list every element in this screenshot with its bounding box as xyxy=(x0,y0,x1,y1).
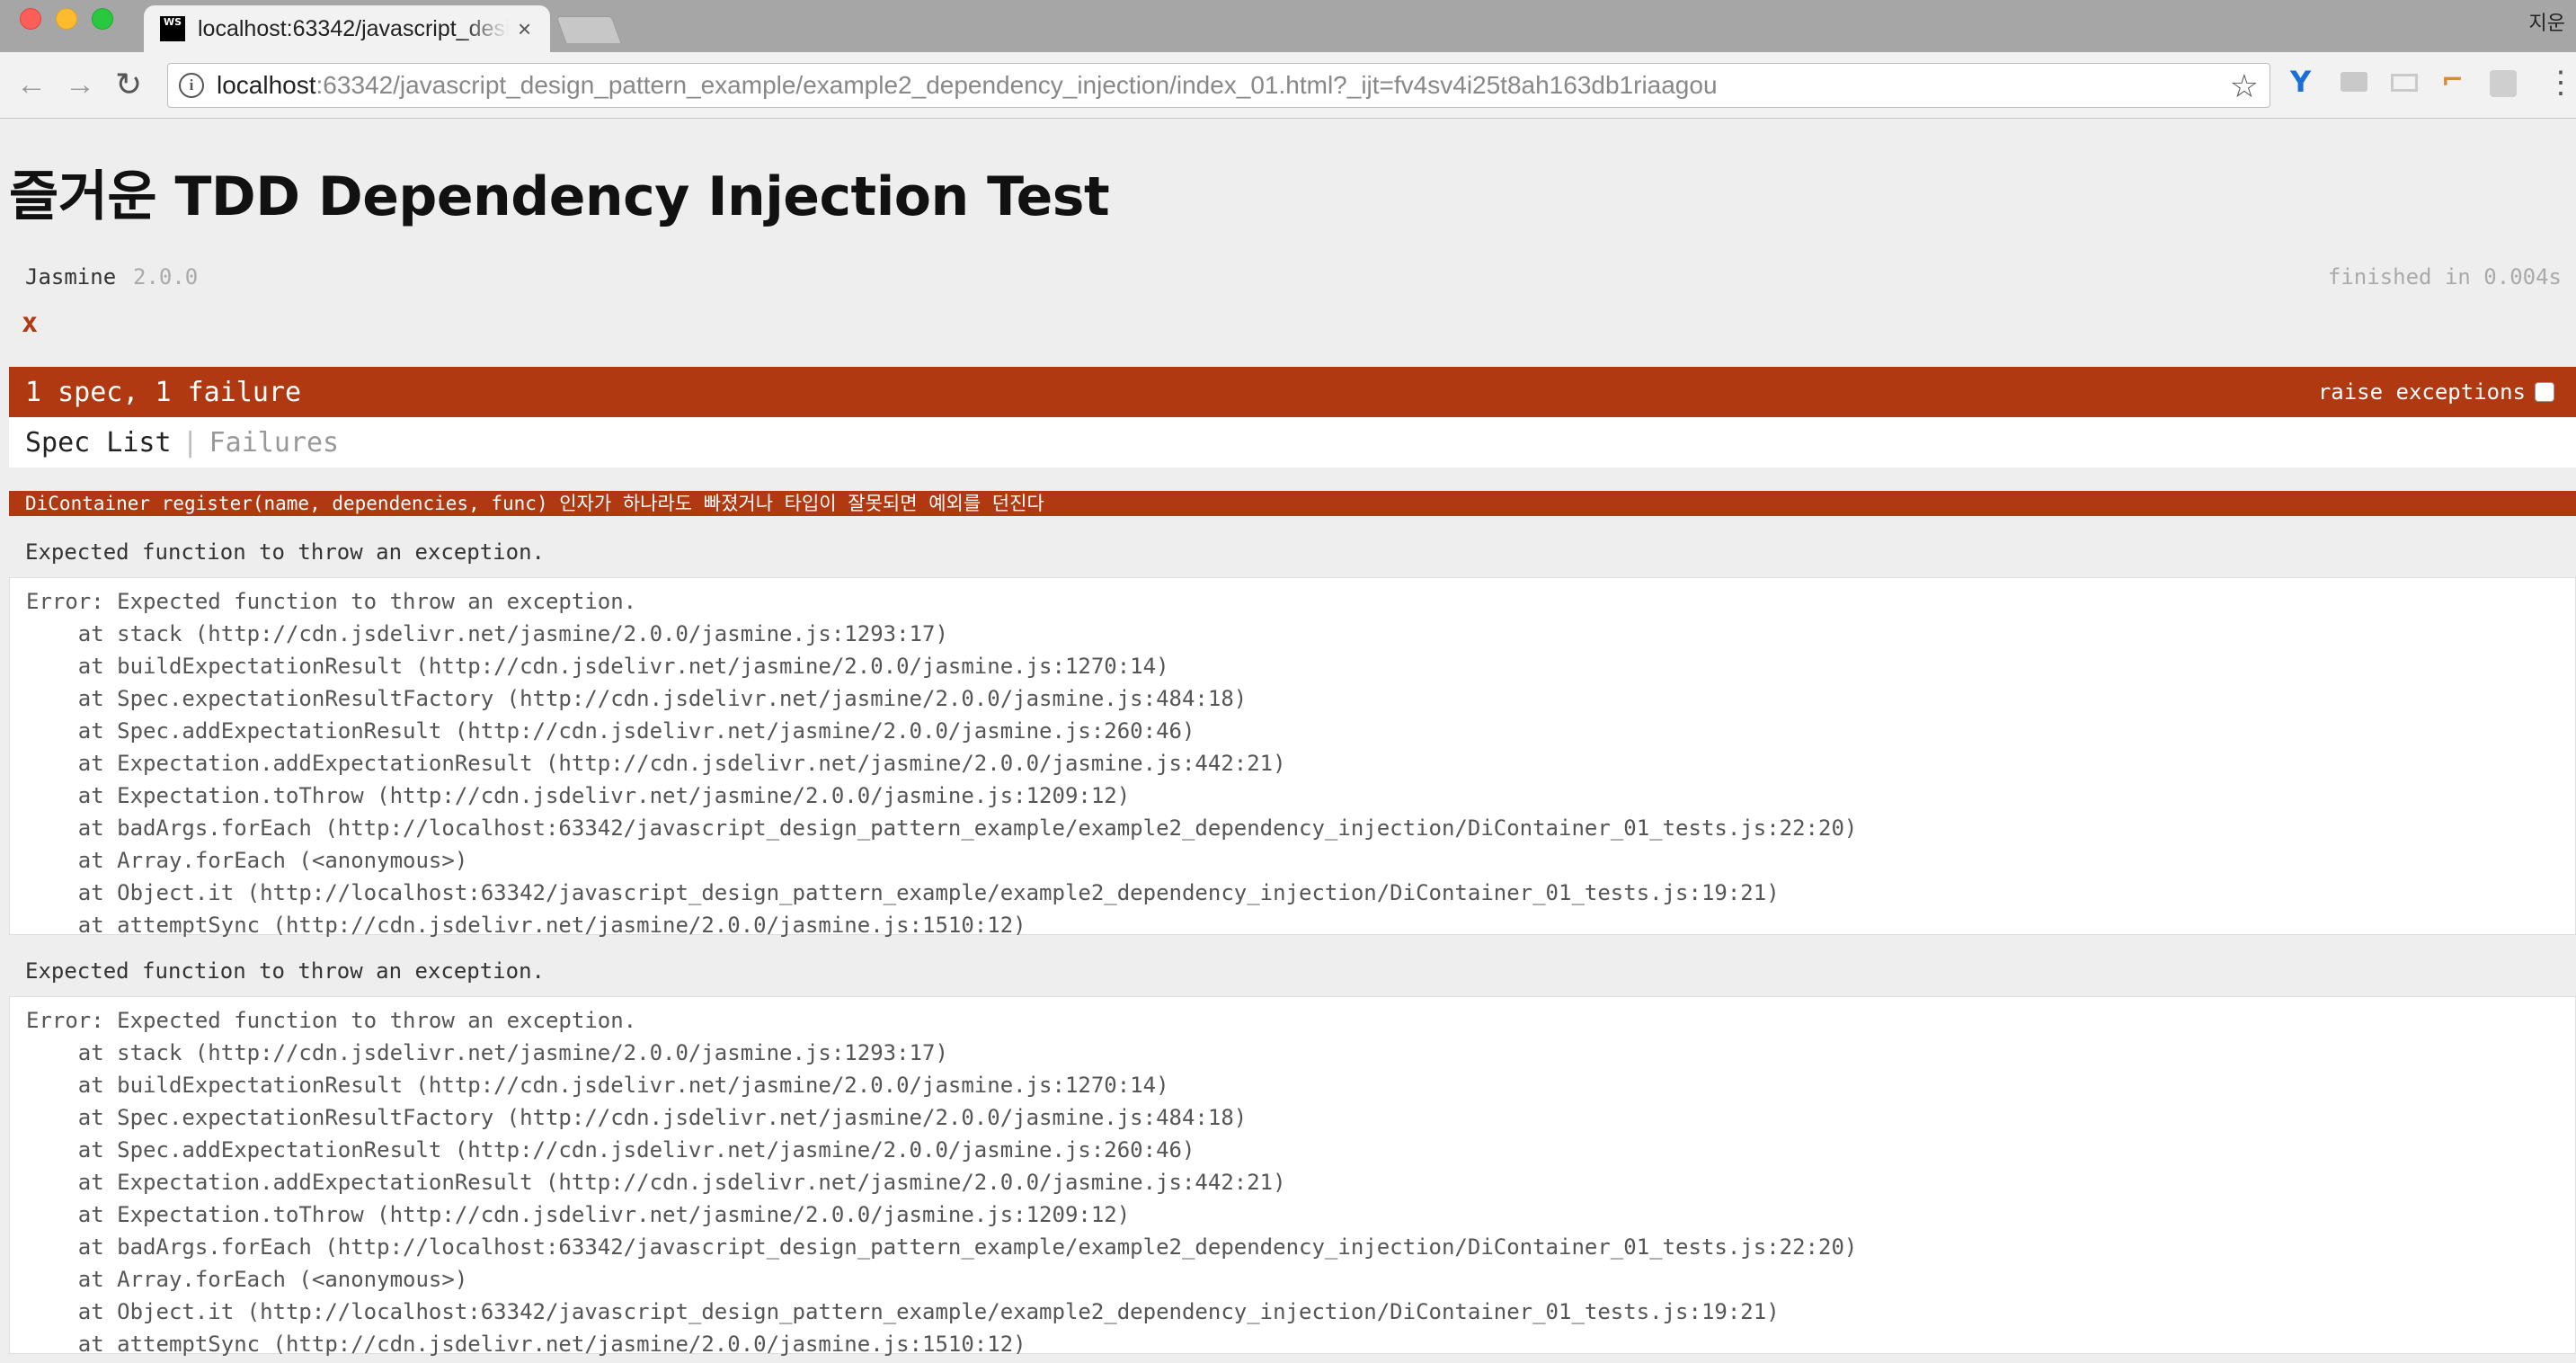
profile-user-name[interactable]: 지운 xyxy=(2529,7,2565,36)
stack-line: at Spec.addExpectationResult (http://cdn… xyxy=(26,718,1195,744)
stack-line: at Spec.expectationResultFactory (http:/… xyxy=(26,686,1248,711)
extension-ruler-icon[interactable]: ⌐ xyxy=(2441,65,2468,96)
stack-line: at Expectation.toThrow (http://cdn.jsdel… xyxy=(26,783,1131,808)
forward-arrow-icon[interactable]: → xyxy=(65,67,95,102)
stack-line: at stack (http://cdn.jsdelivr.net/jasmin… xyxy=(26,621,948,646)
jasmine-label: Jasmine xyxy=(25,264,117,290)
stack-line: at buildExpectationResult (http://cdn.js… xyxy=(26,1073,1169,1098)
extension-cast-icon[interactable] xyxy=(2341,72,2367,92)
browser-tab-bar: WS localhost:63342/javascript_design_pat… xyxy=(0,0,2576,52)
window-close-button[interactable] xyxy=(20,8,41,30)
window-minimize-button[interactable] xyxy=(56,8,77,30)
menu-separator: | xyxy=(182,426,199,459)
tab-close-icon[interactable]: × xyxy=(518,15,531,43)
stack-line: at Expectation.addExpectationResult (htt… xyxy=(26,751,1286,776)
page-title: 즐거운 TDD Dependency Injection Test xyxy=(9,165,1110,228)
stack-line: Error: Expected function to throw an exc… xyxy=(26,1008,637,1033)
failure-summary-bar: 1 spec, 1 failure raise exceptions xyxy=(9,367,2576,417)
results-menu: Spec List | Failures xyxy=(9,417,2576,468)
new-tab-button[interactable] xyxy=(555,16,622,43)
stack-line: at Spec.expectationResultFactory (http:/… xyxy=(26,1105,1248,1130)
browser-toolbar: ← → ↻ i localhost:63342/javascript_desig… xyxy=(0,52,2576,119)
stack-line: Error: Expected function to throw an exc… xyxy=(26,589,637,614)
stack-line: at Expectation.toThrow (http://cdn.jsdel… xyxy=(26,1202,1131,1227)
stack-line: at stack (http://cdn.jsdelivr.net/jasmin… xyxy=(26,1040,948,1065)
result-message: Expected function to throw an exception. xyxy=(25,958,545,984)
stack-line: at buildExpectationResult (http://cdn.js… xyxy=(26,654,1169,679)
failed-spec-symbol[interactable]: x xyxy=(22,307,38,339)
url-path: :63342/javascript_design_pattern_example… xyxy=(315,71,1718,99)
url-host: localhost xyxy=(217,71,316,99)
stack-trace: Error: Expected function to throw an exc… xyxy=(9,996,2576,1357)
stack-line: at Object.it (http://localhost:63342/jav… xyxy=(26,880,1780,905)
raise-exceptions-label: raise exceptions xyxy=(2317,379,2526,405)
spec-summary: 1 spec, 1 failure xyxy=(25,376,302,408)
stack-line: at badArgs.forEach (http://localhost:633… xyxy=(26,815,1858,841)
failures-link[interactable]: Failures xyxy=(209,427,340,459)
extension-vue-icon[interactable]: Y xyxy=(2290,65,2317,99)
stack-line: at Object.it (http://localhost:63342/jav… xyxy=(26,1299,1780,1324)
window-maximize-button[interactable] xyxy=(92,8,113,30)
raise-exceptions-checkbox[interactable] xyxy=(2535,382,2554,402)
failed-spec-description[interactable]: DiContainer register(name, dependencies,… xyxy=(9,491,2576,516)
stack-trace: Error: Expected function to throw an exc… xyxy=(9,577,2576,938)
run-duration: finished in 0.004s xyxy=(2327,264,2562,290)
jasmine-version: 2.0.0 xyxy=(133,264,199,290)
browser-tab[interactable]: WS localhost:63342/javascript_design_pat… xyxy=(144,5,550,52)
stack-line: at Expectation.addExpectationResult (htt… xyxy=(26,1170,1286,1195)
star-icon[interactable]: ☆ xyxy=(2230,67,2259,105)
stack-line: at attemptSync (http://cdn.jsdelivr.net/… xyxy=(26,1332,1026,1357)
stack-line: at attemptSync (http://cdn.jsdelivr.net/… xyxy=(26,913,1026,938)
info-icon[interactable]: i xyxy=(179,73,204,98)
url-text[interactable]: localhost:63342/javascript_design_patter… xyxy=(217,71,1718,100)
spec-list-link[interactable]: Spec List xyxy=(25,427,172,459)
tab-title: localhost:63342/javascript_design_patter… xyxy=(198,15,509,41)
address-bar[interactable]: i localhost:63342/javascript_design_patt… xyxy=(167,63,2270,108)
webstorm-favicon-icon: WS xyxy=(160,16,185,41)
result-message: Expected function to throw an exception. xyxy=(25,539,545,565)
extension-puzzle-icon[interactable] xyxy=(2490,70,2517,97)
stack-line: at badArgs.forEach (http://localhost:633… xyxy=(26,1234,1858,1260)
stack-line: at Spec.addExpectationResult (http://cdn… xyxy=(26,1137,1195,1163)
stack-line: at Array.forEach (<anonymous>) xyxy=(26,848,468,873)
stack-line: at Array.forEach (<anonymous>) xyxy=(26,1267,468,1292)
reload-icon[interactable]: ↻ xyxy=(115,67,142,102)
page-content: 즐거운 TDD Dependency Injection Test Jasmin… xyxy=(0,119,2576,1363)
back-arrow-icon[interactable]: ← xyxy=(16,67,47,102)
menu-dots-icon[interactable]: ⋮ xyxy=(2545,65,2576,101)
extension-window-icon[interactable] xyxy=(2391,74,2418,92)
raise-exceptions-control[interactable]: raise exceptions xyxy=(2318,379,2554,405)
